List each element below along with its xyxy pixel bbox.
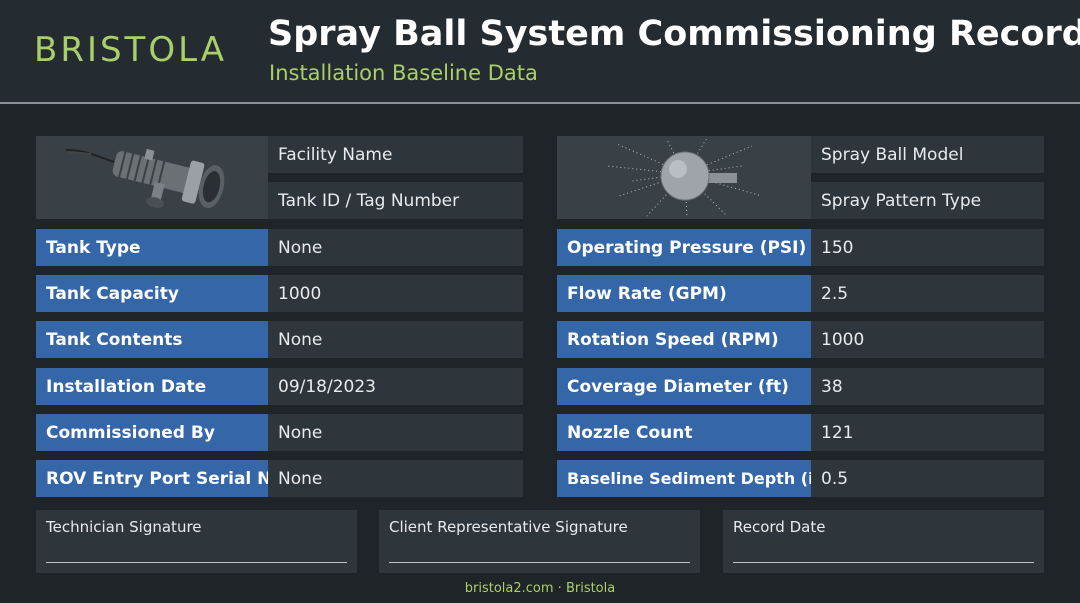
header: BRISTOLA Spray Ball System Commissioning… — [0, 0, 1080, 104]
nozzle-count-value: 121 — [811, 414, 1044, 451]
technician-signature-label: Technician Signature — [46, 518, 202, 536]
installation-date-value: 09/18/2023 — [268, 368, 523, 405]
tank-contents-value: None — [268, 321, 523, 358]
spray-ball-image — [557, 136, 811, 219]
nozzle-count-label: Nozzle Count — [557, 414, 811, 451]
rotation-speed-value: 1000 — [811, 321, 1044, 358]
coverage-diameter-value: 38 — [811, 368, 1044, 405]
tank-id-field: Tank ID / Tag Number — [268, 182, 523, 219]
flow-rate-label: Flow Rate (GPM) — [557, 275, 811, 312]
commissioned-by-label: Commissioned By — [36, 414, 268, 451]
installation-date-label: Installation Date — [36, 368, 268, 405]
brand-logo: BRISTOLA — [34, 30, 228, 70]
tank-type-value: None — [268, 229, 523, 266]
spray-ball-model-field: Spray Ball Model — [811, 136, 1044, 173]
tank-type-label: Tank Type — [36, 229, 268, 266]
baseline-sediment-depth-label: Baseline Sediment Depth (in) — [557, 460, 811, 497]
tank-capacity-value: 1000 — [268, 275, 523, 312]
spray-pattern-type-field: Spray Pattern Type — [811, 182, 1044, 219]
flow-rate-value: 2.5 — [811, 275, 1044, 312]
tank-capacity-label: Tank Capacity — [36, 275, 268, 312]
signature-line — [46, 562, 347, 563]
record-date-label: Record Date — [733, 518, 826, 536]
rotation-speed-label: Rotation Speed (RPM) — [557, 321, 811, 358]
page-subtitle: Installation Baseline Data — [269, 61, 538, 85]
baseline-sediment-depth-value: 0.5 — [811, 460, 1044, 497]
rov-entry-port-image — [36, 136, 268, 219]
technician-signature-box[interactable]: Technician Signature — [36, 510, 357, 573]
page-title: Spray Ball System Commissioning Record — [268, 14, 1080, 54]
client-signature-box[interactable]: Client Representative Signature — [379, 510, 700, 573]
rov-serial-value: None — [268, 460, 523, 497]
rov-entry-port-assembly-icon — [65, 148, 225, 209]
operating-pressure-value: 150 — [811, 229, 1044, 266]
client-signature-label: Client Representative Signature — [389, 518, 628, 536]
spray-ball-icon — [606, 137, 763, 219]
operating-pressure-label: Operating Pressure (PSI) — [557, 229, 811, 266]
facility-name-field: Facility Name — [268, 136, 523, 173]
commissioned-by-value: None — [268, 414, 523, 451]
coverage-diameter-label: Coverage Diameter (ft) — [557, 368, 811, 405]
record-date-box[interactable]: Record Date — [723, 510, 1044, 573]
signature-line — [389, 562, 690, 563]
signature-line — [733, 562, 1034, 563]
rov-serial-label: ROV Entry Port Serial No. — [36, 460, 268, 497]
tank-contents-label: Tank Contents — [36, 321, 268, 358]
footer-text: bristola2.com · Bristola — [464, 581, 616, 596]
